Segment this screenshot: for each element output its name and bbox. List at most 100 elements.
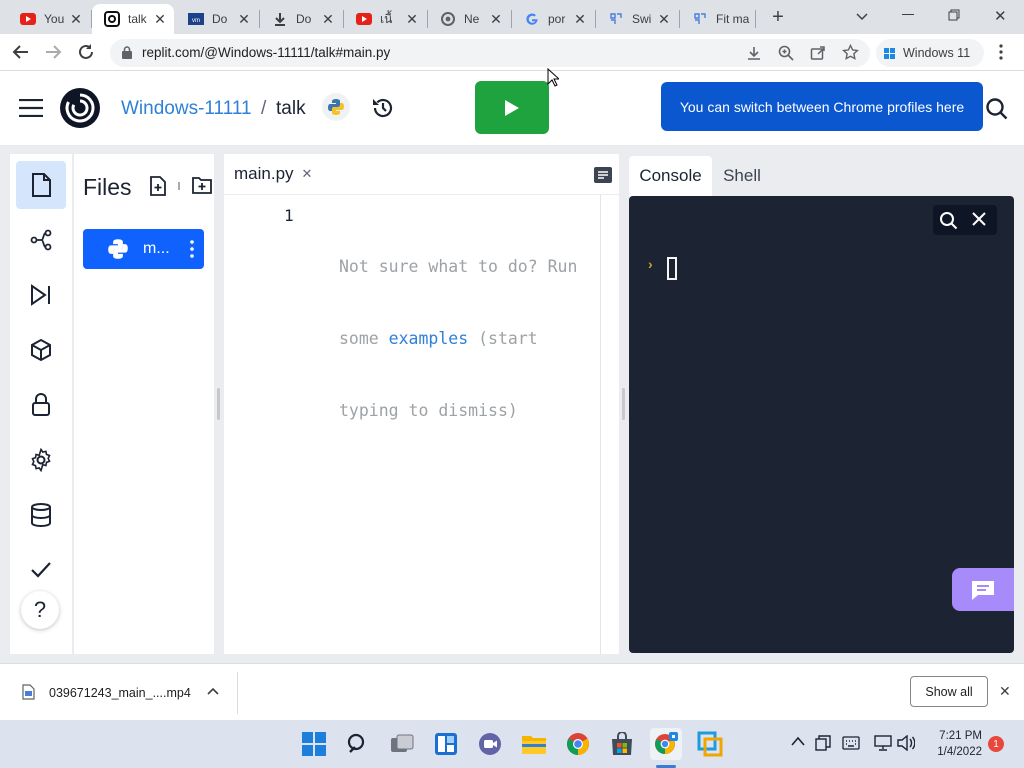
teams-chat-icon[interactable] bbox=[474, 728, 506, 760]
console-output[interactable]: › bbox=[629, 196, 1014, 653]
run-button[interactable] bbox=[475, 81, 549, 134]
browser-tab-new[interactable]: Ne ✕ bbox=[428, 4, 510, 34]
microsoft-store-icon[interactable] bbox=[606, 728, 638, 760]
code-editor-panel: main.py ✕ 1 Not sure what to do? Run som… bbox=[224, 154, 619, 654]
close-tab-icon[interactable]: ✕ bbox=[404, 11, 420, 27]
repl-owner-link[interactable]: Windows-11111 bbox=[121, 98, 252, 120]
editor-tab-label: main.py bbox=[234, 164, 294, 183]
browser-tab-downloads[interactable]: Do ✕ bbox=[260, 4, 342, 34]
replit-logo-icon[interactable] bbox=[59, 87, 101, 129]
debugger-nav-button[interactable] bbox=[16, 271, 66, 319]
tab-title: You bbox=[44, 12, 65, 26]
browser-tab-vmware[interactable]: vm Do ✕ bbox=[176, 4, 258, 34]
widgets-icon[interactable] bbox=[430, 728, 462, 760]
packages-nav-button[interactable] bbox=[16, 326, 66, 374]
downloads-bar: 039671243_main_....mp4 Show all ✕ bbox=[0, 663, 1024, 720]
files-nav-button[interactable] bbox=[16, 161, 66, 209]
keyboard-icon[interactable] bbox=[842, 736, 860, 750]
tab-title: Ne bbox=[464, 12, 480, 26]
system-clock[interactable]: 7:21 PM 1/4/2022 bbox=[922, 728, 982, 760]
task-view-icon[interactable] bbox=[386, 728, 418, 760]
help-button[interactable]: ? bbox=[21, 591, 59, 629]
close-editor-tab-icon[interactable]: ✕ bbox=[302, 166, 313, 182]
hamburger-menu-icon[interactable] bbox=[19, 99, 43, 117]
new-tab-button[interactable]: + bbox=[768, 7, 788, 28]
replit-icon bbox=[104, 11, 120, 27]
minimize-window-button[interactable] bbox=[902, 14, 914, 15]
add-file-icon[interactable] bbox=[149, 176, 167, 196]
tab-console[interactable]: Console bbox=[629, 156, 712, 196]
address-bar[interactable]: replit.com/@Windows-11111/talk#main.py bbox=[110, 39, 870, 67]
browser-menu-icon[interactable] bbox=[999, 44, 1003, 60]
editor-tab-main-py[interactable]: main.py ✕ bbox=[224, 154, 324, 194]
clear-console-icon[interactable] bbox=[971, 211, 987, 227]
database-nav-button[interactable] bbox=[16, 491, 66, 539]
history-icon[interactable] bbox=[371, 96, 395, 120]
browser-tab-youtube-2[interactable]: เนื้ ✕ bbox=[344, 4, 426, 34]
close-downloads-bar-icon[interactable]: ✕ bbox=[999, 683, 1011, 700]
download-item[interactable]: 039671243_main_....mp4 bbox=[0, 664, 238, 720]
version-control-nav-button[interactable] bbox=[16, 216, 66, 264]
examples-link[interactable]: examples bbox=[389, 329, 468, 348]
install-app-icon[interactable] bbox=[746, 45, 762, 61]
taskbar-search-icon[interactable] bbox=[342, 728, 374, 760]
network-icon[interactable] bbox=[874, 735, 892, 751]
hint-line-1: Not sure what to do? Run bbox=[339, 257, 578, 276]
vmware-icon: vm bbox=[188, 11, 204, 27]
hint-line-3: typing to dismiss) bbox=[339, 401, 518, 420]
close-tab-icon[interactable]: ✕ bbox=[68, 11, 84, 27]
browser-tab-talk[interactable]: talk ✕ bbox=[92, 4, 174, 34]
volume-icon[interactable] bbox=[897, 735, 915, 751]
repl-name[interactable]: talk bbox=[276, 98, 306, 120]
vmware-taskbar-icon[interactable] bbox=[694, 728, 726, 760]
forward-icon[interactable] bbox=[44, 43, 62, 61]
copy-tray-icon[interactable] bbox=[815, 735, 831, 751]
settings-nav-button[interactable] bbox=[16, 436, 66, 484]
feedback-button[interactable] bbox=[952, 568, 1014, 611]
windows-taskbar: 7:21 PM 1/4/2022 1 bbox=[0, 720, 1024, 768]
profile-button[interactable]: Windows 11 bbox=[876, 39, 984, 67]
editor-placeholder-hint[interactable]: Not sure what to do? Run some examples (… bbox=[339, 207, 577, 471]
unit-tests-nav-button[interactable] bbox=[16, 546, 66, 594]
close-tab-icon[interactable]: ✕ bbox=[152, 11, 168, 27]
chevron-up-icon[interactable] bbox=[207, 687, 219, 695]
files-resize-handle[interactable] bbox=[217, 388, 220, 420]
close-window-button[interactable]: ✕ bbox=[994, 7, 1007, 25]
editor-settings-icon[interactable] bbox=[594, 167, 612, 183]
browser-tab-google[interactable]: por ✕ bbox=[512, 4, 594, 34]
file-options-icon[interactable] bbox=[190, 240, 194, 258]
share-icon[interactable] bbox=[810, 45, 826, 61]
python-language-icon[interactable] bbox=[322, 93, 350, 121]
close-tab-icon[interactable]: ✕ bbox=[488, 11, 504, 27]
bookmark-star-icon[interactable] bbox=[842, 44, 859, 61]
browser-tab-azure-1[interactable]: Swi ✕ bbox=[596, 4, 678, 34]
chrome-taskbar-icon[interactable] bbox=[562, 728, 594, 760]
close-tab-icon[interactable]: ✕ bbox=[572, 11, 588, 27]
chevron-up-tray-icon[interactable] bbox=[791, 736, 805, 746]
file-item-main-py[interactable]: m... bbox=[83, 229, 204, 269]
browser-tab-youtube[interactable]: You ✕ bbox=[8, 4, 90, 34]
chrome-profile-taskbar-icon[interactable] bbox=[650, 728, 682, 760]
notification-badge[interactable]: 1 bbox=[988, 736, 1004, 752]
file-explorer-icon[interactable] bbox=[518, 728, 550, 760]
add-folder-icon[interactable] bbox=[192, 176, 212, 194]
url-text[interactable]: replit.com/@Windows-11111/talk#main.py bbox=[142, 45, 390, 60]
console-search-icon[interactable] bbox=[939, 211, 958, 230]
tab-search-icon[interactable] bbox=[854, 8, 870, 24]
tab-shell[interactable]: Shell bbox=[712, 156, 772, 196]
browser-tab-azure-2[interactable]: Fit man bbox=[680, 4, 756, 34]
close-tab-icon[interactable]: ✕ bbox=[320, 11, 336, 27]
close-tab-icon[interactable]: ✕ bbox=[236, 11, 252, 27]
lock-icon[interactable] bbox=[122, 46, 132, 59]
zoom-icon[interactable] bbox=[778, 45, 794, 61]
windows-start-icon[interactable] bbox=[298, 728, 330, 760]
show-all-downloads-button[interactable]: Show all bbox=[910, 676, 988, 707]
restore-window-button[interactable] bbox=[948, 9, 960, 21]
secrets-nav-button[interactable] bbox=[16, 381, 66, 429]
search-icon[interactable] bbox=[985, 97, 1009, 121]
editor-resize-handle[interactable] bbox=[622, 388, 625, 420]
back-icon[interactable] bbox=[12, 43, 30, 61]
close-tab-icon[interactable]: ✕ bbox=[656, 11, 672, 27]
azure-icon bbox=[608, 11, 624, 27]
reload-icon[interactable] bbox=[77, 43, 95, 61]
